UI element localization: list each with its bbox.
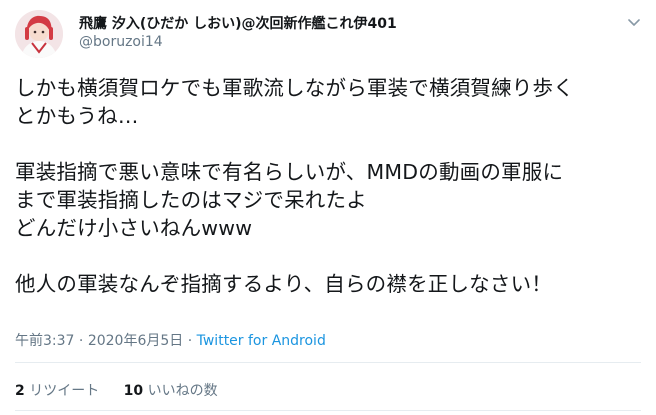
display-name[interactable]: 飛鷹 汐入(ひだか しおい)@次回新作艦これ伊401: [79, 13, 397, 33]
tweet-text-line: どんだけ小さいねんwww: [15, 216, 253, 240]
tweet-text-line: 他人の軍装なんぞ指摘するより、自らの襟を正しなさい！: [15, 272, 552, 296]
tweet-text-line: 軍装指摘で悪い意味で有名らしいが、MMDの動画の軍服に: [15, 160, 564, 184]
username[interactable]: @boruzoi14: [79, 34, 163, 50]
avatar[interactable]: [15, 10, 63, 58]
divider: [15, 362, 641, 363]
retweet-stat[interactable]: 2 リツイート: [15, 380, 99, 400]
chevron-down-icon[interactable]: [624, 12, 644, 32]
tweet-text-line: しかも横須賀ロケでも軍歌流しながら軍装で横須賀練り歩く: [15, 76, 574, 100]
retweet-label: リツイート: [29, 383, 100, 399]
meta-separator: ·: [187, 333, 193, 349]
tweet-source-link[interactable]: Twitter for Android: [197, 333, 326, 349]
divider: [15, 410, 641, 411]
tweet-text-line: まで軍装指摘したのはマジで呆れたよ: [15, 188, 367, 212]
tweet-time[interactable]: 午前3:37: [15, 333, 74, 349]
engagement-stats: 2 リツイート 10 いいねの数: [15, 380, 218, 400]
tweet: 飛鷹 汐入(ひだか しおい)@次回新作艦これ伊401 @boruzoi14 しか…: [0, 0, 656, 415]
meta-separator: ·: [78, 333, 84, 349]
tweet-metadata: 午前3:37 · 2020年6月5日 · Twitter for Android: [15, 330, 326, 350]
tweet-text-line: とかもうね…: [15, 104, 139, 128]
tweet-date[interactable]: 2020年6月5日: [88, 333, 183, 349]
like-count: 10: [123, 383, 144, 399]
like-label: いいねの数: [147, 383, 218, 399]
retweet-count: 2: [15, 383, 25, 399]
like-stat[interactable]: 10 いいねの数: [124, 380, 218, 400]
tweet-text: しかも横須賀ロケでも軍歌流しながら軍装で横須賀練り歩く とかもうね… 軍装指摘で…: [15, 74, 645, 298]
